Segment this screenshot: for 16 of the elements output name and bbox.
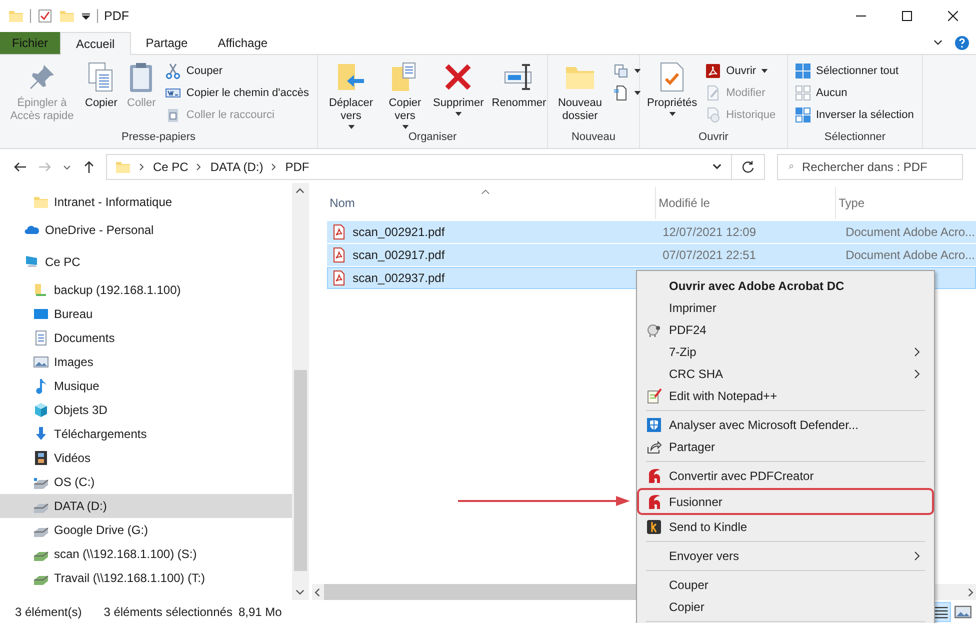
group-label: Sélectionner: [823, 131, 887, 145]
item-count: 3 élément(s): [15, 604, 82, 618]
file-name: scan_002921.pdf: [352, 225, 445, 239]
table-cell: Document Adobe Acro...: [846, 225, 975, 239]
group-label: Presse-papiers: [120, 131, 196, 145]
table-cell: 07/07/2021 22:51: [662, 248, 756, 262]
selection-count: 3 éléments sélectionnés: [104, 604, 232, 618]
table-cell: 12/07/2021 12:09: [662, 225, 756, 239]
group-label: Organiser: [407, 131, 458, 145]
window-title: PDF: [104, 9, 129, 23]
file-name: scan_002937.pdf: [352, 271, 445, 285]
selection-size: 8,91 Mo: [238, 604, 282, 618]
group-label: Nouveau: [570, 131, 617, 145]
table-cell: Document Adobe Acro...: [846, 248, 975, 262]
file-name: scan_002917.pdf: [352, 248, 445, 262]
group-label: Ouvrir: [698, 131, 730, 145]
